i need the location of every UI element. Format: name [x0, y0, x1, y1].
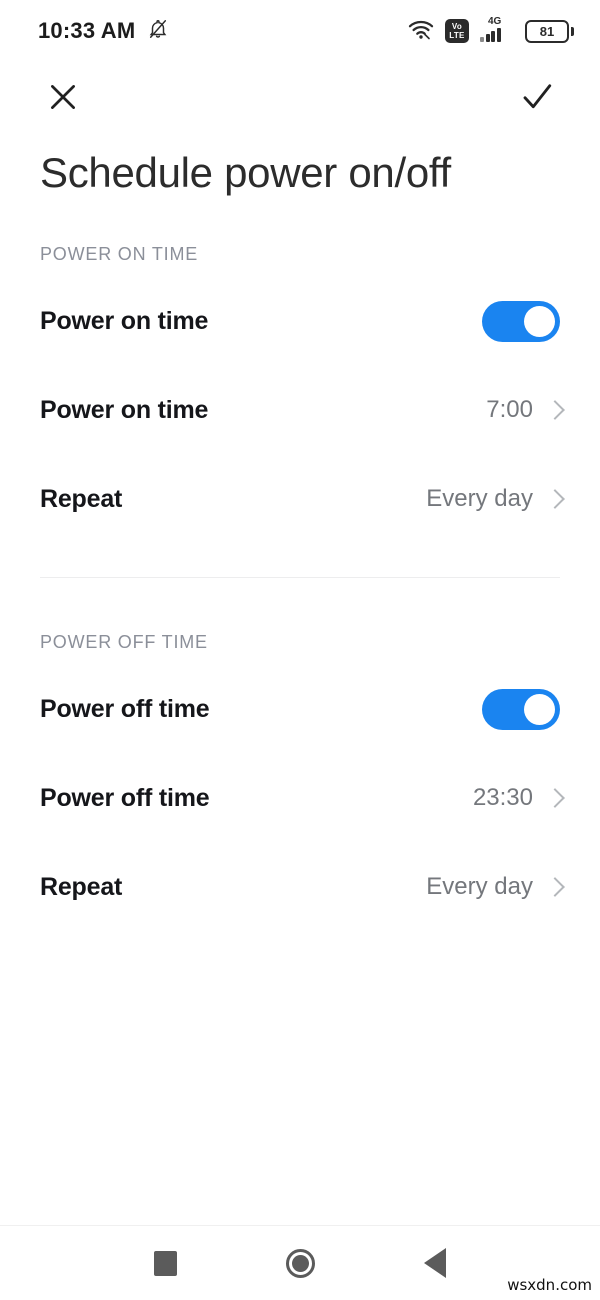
home-circle-icon[interactable]: [285, 1248, 315, 1278]
close-button[interactable]: [40, 76, 86, 122]
back-triangle-icon[interactable]: [423, 1248, 446, 1278]
action-bar: [0, 62, 600, 136]
row-label: Power on time: [40, 395, 209, 424]
section-header-power-on: POWER ON TIME: [40, 244, 199, 264]
row-value: 23:30: [472, 784, 533, 811]
power-off-toggle[interactable]: [482, 688, 560, 730]
close-icon: [46, 80, 80, 119]
row-label: Repeat: [40, 872, 123, 901]
row-control: Every day: [426, 873, 560, 901]
row-label: Power on time: [40, 306, 209, 335]
status-clock: 10:33 AM: [38, 18, 136, 43]
row-value: 7:00: [486, 396, 533, 423]
row-power-off-time[interactable]: Power off time 23:30: [0, 768, 600, 828]
toggle-knob: [524, 693, 555, 725]
signal-bars-icon: 4G: [480, 16, 514, 44]
row-label: Power off time: [40, 783, 210, 812]
watermark: wsxdn.com: [507, 1276, 592, 1294]
status-bar-right: Vo LTE 4G 81: [408, 16, 574, 45]
volte-icon: Vo LTE: [445, 19, 469, 43]
row-power-on-time[interactable]: Power on time 7:00: [0, 380, 600, 440]
chevron-right-icon: [547, 399, 560, 421]
page-title: Schedule power on/off: [40, 149, 451, 196]
battery-icon: 81: [525, 19, 574, 43]
row-label: Repeat: [40, 484, 123, 513]
section-power-on-time: POWER ON TIME Power on time Power on tim…: [0, 244, 600, 529]
row-power-off-repeat[interactable]: Repeat Every day: [0, 857, 600, 917]
phone-screen: 10:33 AM Vo LTE 4G 81 Schedule power on/…: [0, 0, 600, 1300]
row-value: Every day: [426, 485, 533, 512]
row-control: [482, 300, 560, 342]
section-power-off-time: POWER OFF TIME Power off time Power off …: [0, 632, 600, 917]
signal-bars: [480, 28, 501, 42]
check-icon: [519, 79, 555, 120]
chevron-right-icon: [547, 876, 560, 898]
bell-muted-icon: [147, 18, 169, 45]
row-control: Every day: [426, 485, 560, 513]
status-bar: 10:33 AM Vo LTE 4G 81: [0, 0, 600, 62]
wifi-icon: [408, 18, 434, 45]
toggle-knob: [524, 305, 555, 337]
row-control: 7:00: [486, 396, 560, 424]
recents-square-icon[interactable]: [154, 1250, 178, 1276]
volte-line-2: LTE: [449, 31, 465, 40]
row-power-off-toggle[interactable]: Power off time: [0, 679, 600, 739]
volte-line-1: Vo: [451, 22, 463, 31]
network-type-label: 4G: [488, 16, 502, 27]
confirm-button[interactable]: [514, 76, 560, 122]
chevron-right-icon: [547, 488, 560, 510]
row-value: Every day: [426, 873, 533, 900]
battery-level: 81: [525, 19, 569, 43]
row-control: [482, 688, 560, 730]
section-header-power-off: POWER OFF TIME: [40, 632, 208, 652]
row-power-on-toggle[interactable]: Power on time: [0, 291, 600, 351]
chevron-right-icon: [547, 787, 560, 809]
settings-list: POWER ON TIME Power on time Power on tim…: [0, 202, 600, 1225]
status-bar-left: 10:33 AM: [38, 18, 169, 45]
row-control: 23:30: [473, 784, 560, 812]
power-on-toggle[interactable]: [482, 300, 560, 342]
row-power-on-repeat[interactable]: Repeat Every day: [0, 469, 600, 529]
battery-cap: [571, 26, 574, 36]
row-label: Power off time: [40, 694, 210, 723]
